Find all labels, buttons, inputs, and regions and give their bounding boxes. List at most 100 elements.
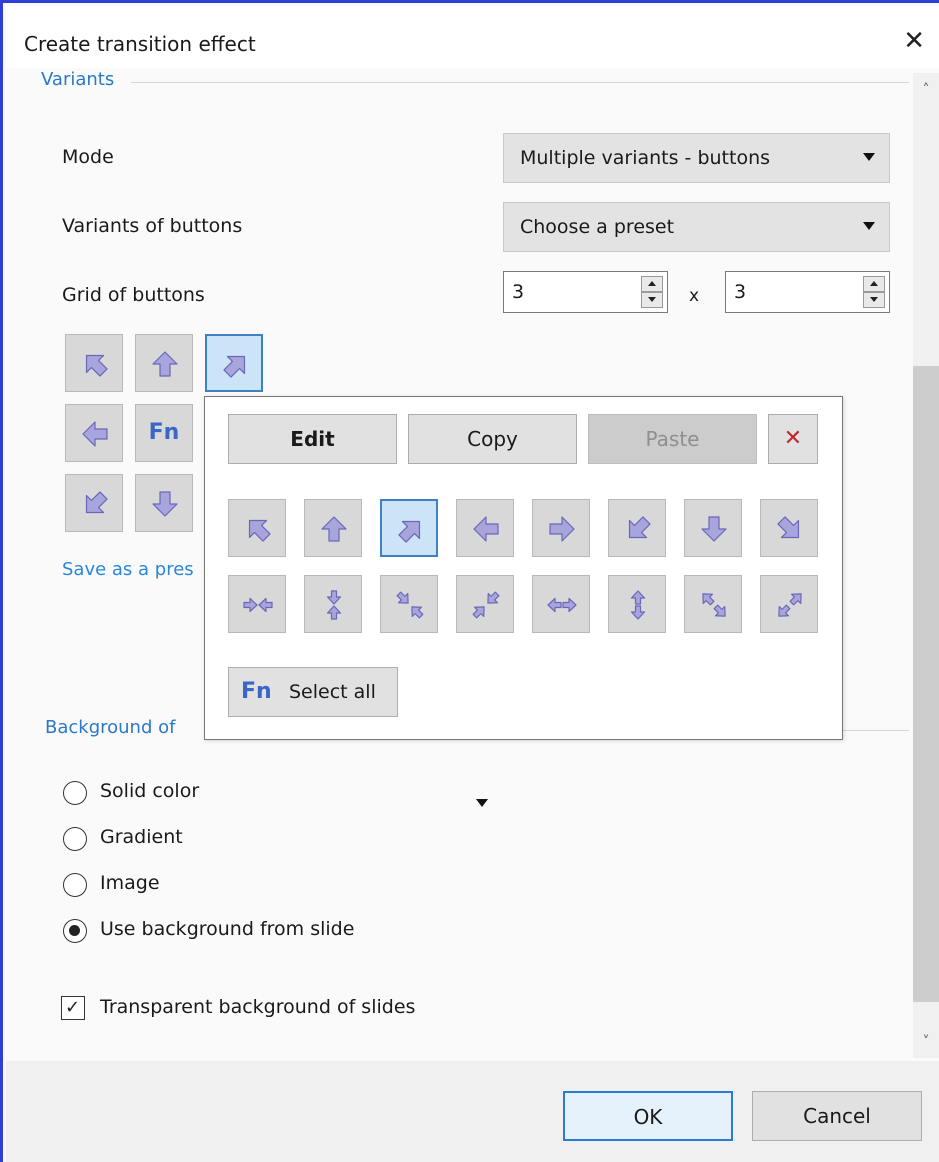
variants-section-label: Variants — [41, 69, 127, 90]
arrow-down-right-icon — [777, 516, 800, 539]
arrow-up-right-icon — [398, 520, 421, 543]
arrow-up-left-icon — [85, 354, 108, 377]
arrow-down-left-icon — [85, 491, 108, 514]
transparent-background-checkbox[interactable]: ✓ — [61, 996, 85, 1020]
grid-columns-value: 3 — [512, 281, 525, 303]
radio-label: Gradient — [100, 826, 183, 848]
expand-diagonal-b-icon — [778, 593, 802, 617]
chevron-down-icon — [863, 153, 875, 161]
arrow-down-cell[interactable] — [684, 499, 742, 557]
arrow-down-left-icon — [628, 516, 651, 539]
radio-use-background-from-slide[interactable] — [63, 919, 87, 943]
arrow-left-icon — [473, 516, 499, 542]
arrow-down-icon — [701, 516, 727, 542]
arrow-up-cell[interactable] — [304, 499, 362, 557]
scroll-down-icon[interactable]: ˅ — [913, 1029, 939, 1055]
transparent-background-label: Transparent background of slides — [100, 996, 416, 1018]
expand-diagonal-a-icon — [702, 593, 726, 617]
chevron-down-icon — [863, 222, 875, 230]
radio-image[interactable] — [63, 873, 87, 897]
grid-columns-stepper[interactable]: 3 — [503, 271, 668, 313]
converge-vertical-cell[interactable] — [304, 575, 362, 633]
background-section-label: Background of — [45, 717, 188, 738]
stepper-up-button[interactable] — [641, 276, 663, 292]
variants-of-buttons-label: Variants of buttons — [62, 215, 243, 237]
cancel-button[interactable]: Cancel — [752, 1091, 922, 1141]
grid-rows-stepper[interactable]: 3 — [725, 271, 890, 313]
radio-solid-color[interactable] — [63, 781, 87, 805]
stepper-down-button[interactable] — [641, 292, 663, 308]
arrow-left-cell[interactable] — [65, 404, 123, 462]
fn-icon: Fn — [241, 679, 272, 704]
title-bar: Create transition effect ✕ — [6, 6, 939, 68]
converge-horizontal-icon — [243, 597, 273, 613]
fn-cell[interactable]: Fn — [135, 404, 193, 462]
copy-button[interactable]: Copy — [408, 414, 577, 464]
dialog-window: Create transition effect ✕ Variants Mode… — [0, 0, 939, 1162]
fn-icon: Fn — [148, 420, 180, 445]
arrow-down-icon — [152, 491, 178, 517]
converge-diagonal-b-cell[interactable] — [456, 575, 514, 633]
paste-button: Paste — [588, 414, 757, 464]
expand-horizontal-icon — [547, 597, 577, 613]
expand-diagonal-b-cell[interactable] — [760, 575, 818, 633]
window-title: Create transition effect — [24, 32, 256, 56]
delete-icon[interactable]: ✕ — [768, 414, 818, 464]
arrow-down-cell[interactable] — [135, 474, 193, 532]
radio-dot-icon — [69, 925, 80, 936]
radio-label: Image — [100, 872, 160, 894]
expand-horizontal-cell[interactable] — [532, 575, 590, 633]
radio-label: Solid color — [100, 780, 200, 802]
radio-label: Use background from slide — [100, 918, 355, 940]
preset-value: Choose a preset — [520, 216, 675, 238]
vertical-scrollbar[interactable]: ˄ ˅ — [913, 73, 939, 1058]
arrow-left-cell[interactable] — [456, 499, 514, 557]
arrow-up-icon — [321, 516, 347, 542]
scroll-thumb[interactable] — [913, 366, 939, 1002]
stepper-up-button[interactable] — [863, 276, 885, 292]
converge-diagonal-b-icon — [472, 591, 500, 619]
arrow-up-right-icon — [223, 355, 246, 378]
select-all-button[interactable]: Fn Select all — [228, 667, 398, 717]
expand-diagonal-a-cell[interactable] — [684, 575, 742, 633]
mode-label: Mode — [62, 146, 114, 168]
arrow-up-right-cell[interactable] — [205, 334, 263, 392]
edit-button[interactable]: Edit — [228, 414, 397, 464]
arrow-up-right-cell[interactable] — [380, 499, 438, 557]
arrow-down-left-cell[interactable] — [608, 499, 666, 557]
converge-diagonal-a-icon — [396, 591, 424, 619]
stepper-down-button[interactable] — [863, 292, 885, 308]
converge-vertical-icon — [326, 590, 342, 620]
ok-button[interactable]: OK — [563, 1091, 733, 1141]
grid-of-buttons-label: Grid of buttons — [62, 284, 205, 306]
scroll-up-icon[interactable]: ˄ — [913, 77, 939, 103]
arrow-right-icon — [549, 516, 575, 542]
variant-edit-popup: Edit Copy Paste ✕ Fn Select all — [204, 396, 843, 740]
arrow-up-left-cell[interactable] — [228, 499, 286, 557]
close-icon[interactable]: ✕ — [903, 28, 925, 54]
converge-diagonal-a-cell[interactable] — [380, 575, 438, 633]
background-divider — [843, 730, 909, 731]
mode-value: Multiple variants - buttons — [520, 147, 771, 169]
radio-gradient[interactable] — [63, 827, 87, 851]
preset-dropdown[interactable]: Choose a preset — [503, 202, 890, 252]
arrow-up-icon — [152, 351, 178, 377]
arrow-up-left-cell[interactable] — [65, 334, 123, 392]
arrow-up-cell[interactable] — [135, 334, 193, 392]
variants-divider — [131, 82, 909, 83]
expand-vertical-cell[interactable] — [608, 575, 666, 633]
arrow-down-right-cell[interactable] — [760, 499, 818, 557]
grid-rows-value: 3 — [734, 281, 747, 303]
arrow-down-left-cell[interactable] — [65, 474, 123, 532]
expand-vertical-icon — [630, 590, 646, 620]
grid-x-separator: x — [689, 286, 700, 306]
dialog-footer: OK Cancel — [6, 1061, 939, 1162]
converge-horizontal-cell[interactable] — [228, 575, 286, 633]
chevron-down-icon[interactable] — [476, 799, 488, 807]
select-all-label: Select all — [289, 681, 376, 703]
arrow-right-cell[interactable] — [532, 499, 590, 557]
save-preset-link[interactable]: Save as a pres — [62, 559, 194, 580]
arrow-up-left-icon — [248, 519, 271, 542]
check-icon: ✓ — [65, 997, 81, 1018]
mode-dropdown[interactable]: Multiple variants - buttons — [503, 133, 890, 183]
